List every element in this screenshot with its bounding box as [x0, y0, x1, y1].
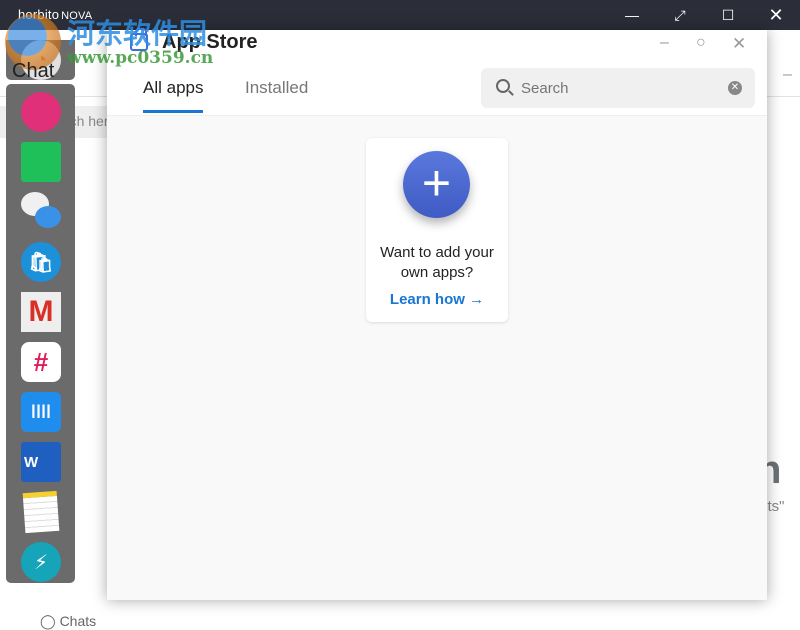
- maximize-icon[interactable]: ☐: [708, 0, 748, 30]
- dock: 🛍 M # ǀǀǀǀ W ⚡: [6, 84, 75, 583]
- dock-app-messages[interactable]: [21, 192, 61, 232]
- dock-app-lightning[interactable]: ⚡: [21, 542, 61, 582]
- dock-app-planet[interactable]: [21, 92, 61, 132]
- window-title: App Store: [162, 31, 258, 53]
- app-store-header: App Store – ○ ✕ All apps Installed ✕: [107, 28, 767, 116]
- minimize-icon[interactable]: —: [612, 0, 652, 30]
- minimize-icon[interactable]: –: [783, 66, 792, 84]
- app-store-window: App Store – ○ ✕ All apps Installed ✕ + W…: [107, 28, 767, 600]
- dock-app-slack[interactable]: #: [21, 342, 61, 382]
- dock-app-files[interactable]: [21, 142, 61, 182]
- restore-icon[interactable]: ○: [696, 34, 706, 52]
- apps-grid: + Want to add your own apps? Learn how →: [107, 116, 767, 600]
- close-icon[interactable]: ✕: [756, 0, 796, 30]
- close-icon[interactable]: ✕: [732, 34, 746, 54]
- search-box: ✕: [481, 68, 755, 108]
- brand-logo: horbito NOVA: [18, 7, 93, 22]
- tab-installed[interactable]: Installed: [245, 78, 308, 110]
- os-titlebar: horbito NOVA — ⤢ ☐ ✕: [0, 0, 800, 30]
- learn-how-link[interactable]: Learn how →: [366, 291, 508, 308]
- tab-all-apps[interactable]: All apps: [143, 78, 204, 113]
- chat-title: Chat: [12, 60, 55, 82]
- fullscreen-icon[interactable]: ⤢: [660, 0, 700, 30]
- search-input[interactable]: [521, 68, 721, 108]
- add-app-card[interactable]: + Want to add your own apps? Learn how →: [366, 138, 508, 322]
- card-text: Want to add your own apps?: [380, 244, 494, 281]
- search-icon: [496, 79, 510, 93]
- dock-app-gmail[interactable]: M: [21, 292, 61, 332]
- plus-icon[interactable]: +: [403, 151, 470, 218]
- dock-app-word[interactable]: W: [21, 442, 61, 482]
- minimize-icon[interactable]: –: [660, 34, 669, 52]
- clear-icon[interactable]: ✕: [728, 81, 742, 95]
- dock-app-intercom[interactable]: ǀǀǀǀ: [21, 392, 61, 432]
- dock-app-notes[interactable]: [22, 490, 60, 534]
- shopping-bag-icon: [130, 28, 148, 51]
- dock-app-store[interactable]: 🛍: [21, 242, 61, 282]
- chats-tab[interactable]: ◯ Chats: [40, 613, 96, 630]
